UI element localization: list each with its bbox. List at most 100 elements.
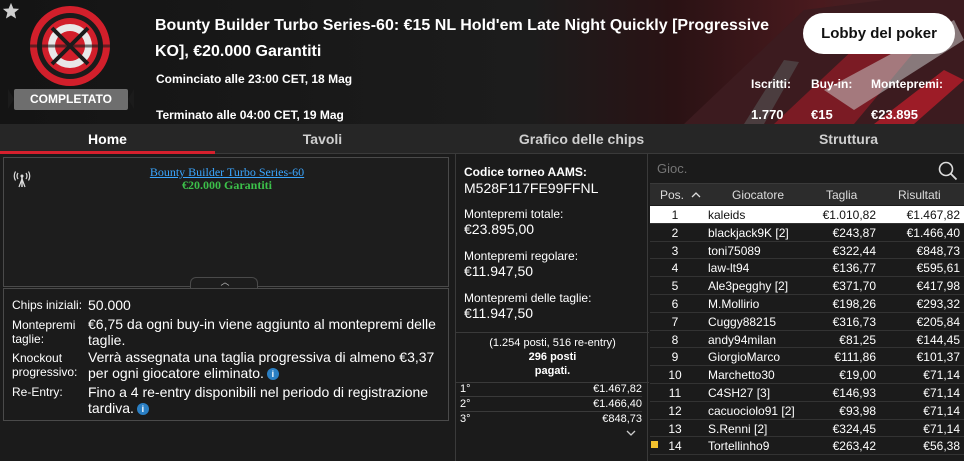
player-position: 12 [668, 403, 682, 418]
bounty-prize-label: Montepremi delle taglie: [464, 291, 592, 305]
player-bounty: €81,25 [839, 332, 876, 347]
table-row[interactable]: 13 S.Renni [2] €324,45 €71,14 [650, 420, 964, 438]
tab-home[interactable]: Home [0, 124, 215, 154]
player-bounty: €146,93 [832, 385, 876, 400]
player-position: 9 [671, 350, 679, 365]
player-result: €848,73 [916, 243, 960, 258]
favorite-star-icon[interactable] [2, 2, 20, 20]
player-result: €595,61 [916, 261, 960, 276]
table-row[interactable]: 8 andy94milan €81,25 €144,45 [650, 331, 964, 349]
player-position: 6 [671, 296, 679, 311]
registered-label: Iscritti: [751, 77, 792, 91]
search-icon[interactable] [938, 161, 958, 181]
total-prize-label: Montepremi totale: [464, 207, 564, 221]
player-position: 13 [668, 421, 682, 436]
aams-code-value: M528F117FE99FFNL [464, 180, 599, 196]
column-position-label: Pos. [660, 188, 685, 202]
player-position: 5 [671, 279, 679, 294]
table-row[interactable]: 4 law-lt94 €136,77 €595,61 [650, 259, 964, 278]
table-row[interactable]: 9 GiorgioMarco €111,86 €101,37 [650, 348, 964, 367]
prize-pool-value: €23.895 [871, 107, 918, 122]
aams-code-label: Codice torneo AAMS: [464, 165, 587, 179]
player-bounty: €93,98 [839, 403, 876, 418]
chevron-down-icon[interactable] [626, 428, 636, 438]
bounty-prize-value: €11.947,50 [464, 305, 534, 321]
player-name: Marchetto30 [708, 368, 775, 383]
table-row[interactable]: 11 C4SH27 [3] €146,93 €71,14 [650, 384, 964, 402]
player-bounty: €198,26 [832, 296, 876, 311]
player-name: kaleids [708, 208, 746, 222]
paid-places-count: 296 posti [528, 351, 577, 363]
players-table-header: Pos. Giocatore Taglia Risultati [650, 184, 964, 205]
sort-ascending-icon [691, 192, 701, 198]
player-result: €1.466,40 [906, 225, 960, 240]
chevron-up-icon: ︿ [220, 277, 230, 287]
player-bounty: €316,73 [832, 314, 876, 329]
prize-pool-label: Montepremi: [871, 77, 943, 91]
tournament-name-link[interactable]: Bounty Builder Turbo Series-60 [4, 166, 450, 178]
payout-row: 1° €1.467,82 [460, 383, 642, 397]
table-row[interactable]: 2 blackjack9K [2] €243,87 €1.466,40 [650, 224, 964, 242]
payout-row: 3° €848,73 [460, 413, 642, 427]
player-search-input[interactable] [657, 161, 917, 176]
tab-structure[interactable]: Struttura [733, 124, 964, 154]
player-bounty: €243,87 [832, 225, 876, 240]
player-bounty: €371,70 [832, 279, 876, 294]
player-name: andy94milan [708, 332, 777, 347]
regular-prize-label: Montepremi regolare: [464, 249, 579, 263]
player-result: €417,98 [916, 279, 960, 294]
tournament-details: Chips iniziali: 50.000 Montepremi taglie… [3, 288, 449, 421]
table-row[interactable]: 12 cacuociolo91 [2] €93,98 €71,14 [650, 402, 964, 420]
paid-places-summary: (1.254 posti, 516 re-entry) 296 posti pa… [456, 332, 649, 383]
prize-pool-panel: Codice torneo AAMS: M528F117FE99FFNL Mon… [455, 154, 649, 461]
player-name: M.Mollirio [708, 296, 760, 311]
bounty-pool-label: Montepremi taglie: [12, 318, 76, 346]
player-name: Tortellinho9 [708, 439, 770, 454]
player-bounty: €111,86 [834, 350, 876, 365]
table-row[interactable]: 6 M.Mollirio €198,26 €293,32 [650, 295, 964, 313]
tab-chip-graph[interactable]: Grafico delle chips [430, 124, 733, 154]
player-result: €293,32 [916, 296, 960, 311]
player-bounty: €263,42 [832, 439, 876, 454]
player-result: €71,14 [923, 421, 960, 436]
player-name: GiorgioMarco [708, 350, 781, 365]
table-row[interactable]: 10 Marchetto30 €19,00 €71,14 [650, 366, 964, 384]
payout-place: 3° [460, 413, 471, 425]
collapse-toggle[interactable]: ︿ [190, 277, 258, 288]
payout-row: 2° €1.466,40 [460, 398, 642, 412]
poker-lobby-button[interactable]: Lobby del poker [803, 13, 955, 54]
info-icon[interactable]: i [136, 403, 149, 415]
entries-summary: (1.254 posti, 516 re-entry) [489, 337, 616, 349]
progressive-ko-row: Verrà assegnata una taglia progressiva d… [88, 349, 443, 381]
player-search-bar [650, 156, 964, 184]
column-player[interactable]: Giocatore [732, 188, 784, 202]
tournament-title: Bounty Builder Turbo Series-60: €15 NL H… [155, 17, 770, 60]
reentry-label: Re-Entry: [12, 385, 63, 399]
tab-tables[interactable]: Tavoli [215, 124, 430, 154]
tournament-header: COMPLETATO Bounty Builder Turbo Series-6… [0, 0, 964, 124]
column-position[interactable]: Pos. [660, 188, 701, 202]
player-result: €144,45 [916, 332, 960, 347]
table-row[interactable]: 1 kaleids €1.010,82 €1.467,82 [650, 206, 964, 224]
table-row[interactable]: 5 Ale3pegghy [2] €371,70 €417,98 [650, 277, 964, 295]
player-result: €1.467,82 [906, 208, 960, 222]
table-row[interactable]: 7 Cuggy88215 €316,73 €205,84 [650, 313, 964, 331]
column-bounty[interactable]: Taglia [826, 188, 857, 202]
table-row[interactable]: 14 Tortellinho9 €263,42 €56,38 [650, 437, 964, 456]
player-name: cacuociolo91 [2] [708, 403, 795, 418]
player-result: €101,37 [916, 350, 960, 365]
player-position: 8 [671, 332, 679, 347]
progressive-ko-label: Knockout progressivo: [12, 351, 78, 379]
table-row[interactable]: 3 toni75089 €322,44 €848,73 [650, 242, 964, 260]
player-position: 11 [668, 385, 682, 400]
payout-amount: €848,73 [602, 413, 642, 425]
player-bounty: €19,00 [839, 368, 876, 383]
buyin-value: €15 [811, 107, 833, 122]
column-results[interactable]: Risultati [898, 188, 941, 202]
player-result: €71,14 [923, 368, 960, 383]
regular-prize-value: €11.947,50 [464, 263, 534, 279]
payout-place: 2° [460, 398, 471, 410]
info-icon[interactable]: i [266, 368, 279, 380]
player-name: toni75089 [708, 243, 761, 258]
player-name: law-lt94 [708, 261, 750, 276]
